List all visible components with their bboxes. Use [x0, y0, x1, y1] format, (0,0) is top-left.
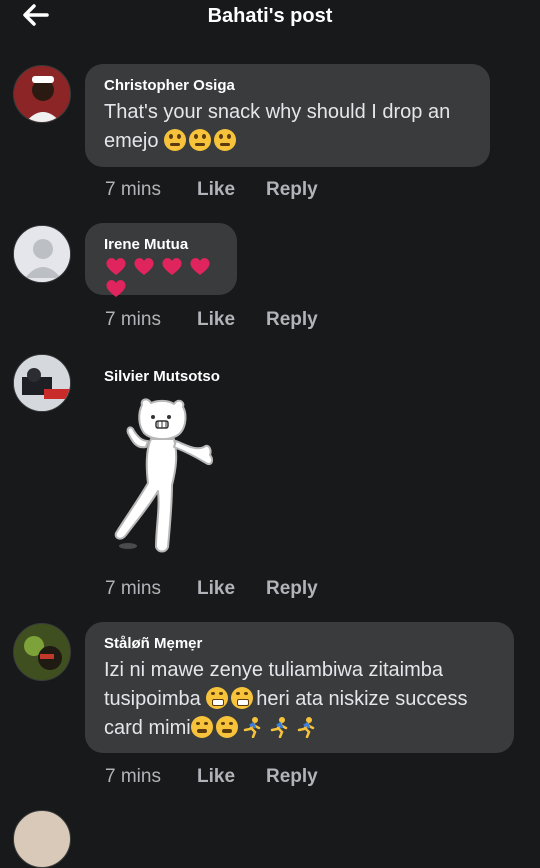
heart-icon — [190, 258, 210, 275]
rolling-eyes-emoji-icon — [214, 129, 237, 151]
beaming-face-emoji-icon — [206, 687, 229, 709]
dancing-bear-sticker[interactable] — [106, 393, 221, 558]
comment-author[interactable]: Ståløñ Mẹmẹr — [104, 635, 495, 652]
heart-icon — [106, 258, 126, 275]
runner-emoji-icon — [270, 717, 287, 738]
comment-text: Izi ni mawe zenye tuliambiwa zitaimba tu… — [104, 659, 468, 739]
comment-text: That's your snack why should I drop an e… — [104, 101, 451, 152]
profile-photo-icon — [14, 624, 70, 680]
avatar[interactable] — [13, 65, 71, 123]
comment-time: 7 mins — [105, 179, 161, 200]
comment-author[interactable]: Silvier Mutsotso — [104, 368, 220, 385]
rolling-eyes-emoji-icon — [189, 129, 212, 151]
runner-emoji-icon — [297, 717, 314, 738]
beaming-face-emoji-icon — [231, 687, 254, 709]
comment-author[interactable]: Christopher Osiga — [104, 77, 471, 94]
tears-of-joy-emoji-icon — [190, 716, 213, 738]
like-button[interactable]: Like — [197, 179, 235, 201]
comment-time: 7 mins — [105, 766, 161, 787]
like-button[interactable]: Like — [197, 766, 235, 788]
like-button[interactable]: Like — [197, 309, 235, 331]
avatar[interactable] — [13, 225, 71, 283]
comment-time: 7 mins — [105, 578, 161, 599]
comment-text — [104, 255, 218, 299]
reply-button[interactable]: Reply — [266, 309, 318, 331]
comment-bubble[interactable]: Irene Mutua — [85, 223, 237, 297]
tears-of-joy-emoji-icon — [215, 716, 238, 738]
comment-author[interactable]: Irene Mutua — [104, 236, 218, 253]
runner-emoji-icon — [243, 717, 260, 738]
profile-photo-icon — [14, 355, 70, 411]
comment-bubble[interactable]: Christopher Osiga That's your snack why … — [85, 64, 490, 167]
heart-icon — [134, 258, 154, 275]
like-button[interactable]: Like — [197, 578, 235, 600]
comment-bubble[interactable]: Ståløñ Mẹmẹr Izi ni mawe zenye tuliambiw… — [85, 622, 514, 753]
reply-button[interactable]: Reply — [266, 578, 318, 600]
heart-icon — [162, 258, 182, 275]
default-profile-icon — [14, 226, 70, 282]
reply-button[interactable]: Reply — [266, 766, 318, 788]
avatar[interactable] — [13, 354, 71, 412]
top-bar: Bahati's post — [0, 0, 540, 40]
page-title: Bahati's post — [207, 5, 333, 27]
heart-icon — [106, 280, 126, 297]
rolling-eyes-emoji-icon — [164, 129, 187, 151]
comment-time: 7 mins — [105, 309, 161, 330]
avatar[interactable] — [13, 623, 71, 681]
avatar[interactable] — [13, 810, 71, 868]
reply-button[interactable]: Reply — [266, 179, 318, 201]
profile-photo-icon — [14, 66, 70, 122]
